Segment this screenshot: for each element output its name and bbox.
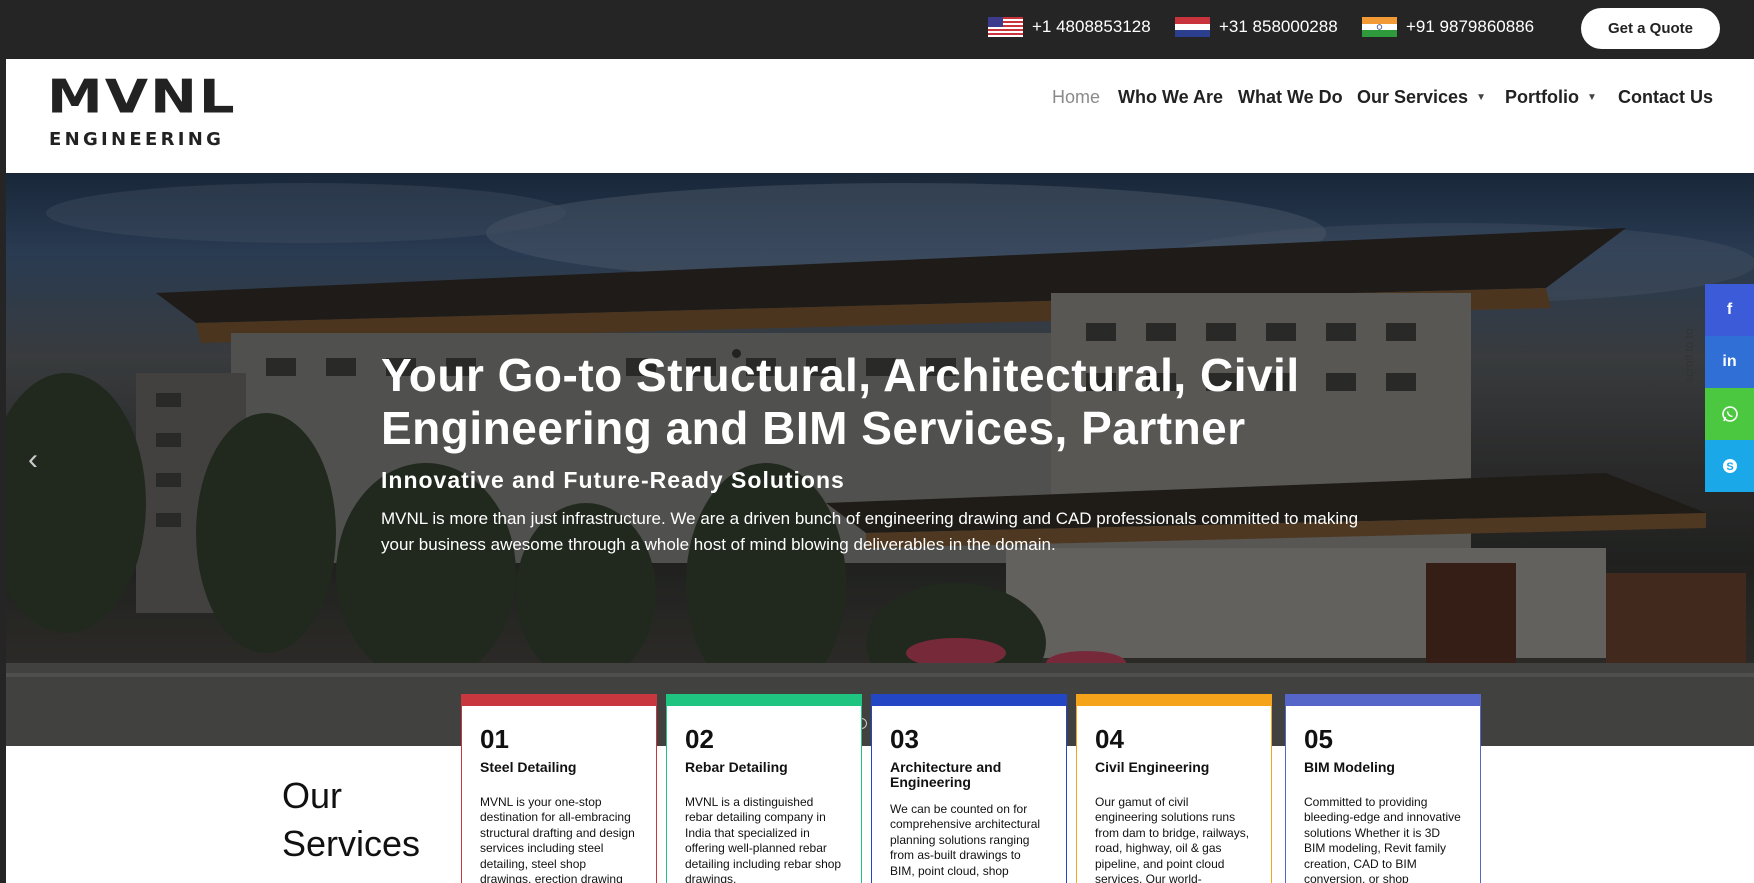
whatsapp-icon [1721, 406, 1738, 422]
card-number: 03 [890, 724, 919, 754]
phone-us[interactable]: +1 4808853128 [988, 17, 1151, 37]
nav-contact-label: Contact Us [1618, 86, 1714, 107]
hero-subtitle: Innovative and Future-Ready Solutions [381, 467, 845, 493]
netherlands-flag-icon [1175, 17, 1210, 37]
nav-home-label: Home [1052, 86, 1101, 107]
nav-home[interactable]: Home [1052, 87, 1100, 108]
card-number: 02 [685, 724, 714, 754]
skype-button[interactable]: S [1705, 440, 1754, 492]
whatsapp-button[interactable] [1705, 388, 1754, 440]
hero-description: MVNL is more than just infrastructure. W… [381, 509, 1359, 554]
service-card-civil-engineering[interactable]: 04 Civil Engineering Our gamut of civil … [1076, 694, 1272, 883]
phone-nl[interactable]: +31 858000288 [1175, 17, 1338, 37]
us-flag-icon [988, 17, 1023, 37]
nav-services-label: Our Services [1357, 86, 1469, 107]
card-number: 04 [1095, 724, 1124, 754]
phone-in[interactable]: +91 9879860886 [1362, 17, 1534, 37]
hero-building-image [6, 173, 1754, 746]
services-heading: Our Services [282, 775, 421, 864]
card-description: We can be counted on for comprehensive a… [890, 802, 1041, 878]
linkedin-button[interactable]: in [1705, 336, 1754, 388]
logo-subtext: ENGINEERING [49, 129, 225, 150]
hero-title: Your Go-to Structural, Architectural, Ci… [381, 349, 1300, 454]
nav-contact-us[interactable]: Contact Us [1618, 87, 1713, 108]
nav-portfolio[interactable]: Portfolio ▼ [1505, 87, 1597, 108]
service-card-rebar-detailing[interactable]: 02 Rebar Detailing MVNL is a distinguish… [666, 694, 862, 883]
card-title: Civil Engineering [1095, 759, 1210, 775]
scroll-to-top[interactable]: scroll to to [1682, 323, 1696, 383]
nav-who-we-are[interactable]: Who We Are [1118, 87, 1223, 108]
nav-what-label: What We Do [1238, 86, 1343, 107]
card-description: Committed to providing bleeding-edge and… [1304, 795, 1461, 883]
get-a-quote-button[interactable]: Get a Quote [1581, 8, 1720, 49]
phone-number-in[interactable]: +91 9879860886 [1406, 17, 1534, 37]
linkedin-icon: in [1722, 353, 1737, 370]
site-header: MVNL ENGINEERING Home Who We Are What We… [6, 59, 1754, 173]
card-title: Architecture and Engineering [890, 759, 1002, 790]
logo-text: MVNL [47, 70, 237, 125]
chevron-down-icon: ▼ [1476, 91, 1486, 103]
card-description: MVNL is your one-stop destination for al… [480, 795, 635, 883]
chevron-left-icon[interactable]: ‹ [28, 443, 38, 477]
card-number: 05 [1304, 724, 1333, 754]
service-card-steel-detailing[interactable]: 01 Steel Detailing MVNL is your one-stop… [461, 694, 657, 883]
card-title: Rebar Detailing [685, 759, 788, 775]
nav-portfolio-label: Portfolio [1505, 86, 1579, 107]
card-description: Our gamut of civil engineering solutions… [1095, 795, 1250, 883]
card-description: MVNL is a distinguished rebar detailing … [685, 795, 842, 883]
card-title: Steel Detailing [480, 759, 577, 775]
facebook-icon: f [1726, 301, 1733, 318]
hero-slider: Your Go-to Structural, Architectural, Ci… [6, 173, 1754, 746]
chevron-down-icon: ▼ [1587, 91, 1597, 103]
nav-who-label: Who We Are [1118, 86, 1224, 107]
phone-number-us[interactable]: +1 4808853128 [1032, 17, 1151, 37]
logo[interactable]: MVNL ENGINEERING [47, 75, 247, 153]
svg-text:S: S [1726, 461, 1733, 473]
facebook-button[interactable]: f [1705, 284, 1754, 336]
phone-number-nl[interactable]: +31 858000288 [1219, 17, 1338, 37]
nav-our-services[interactable]: Our Services ▼ [1357, 87, 1486, 108]
india-flag-icon [1362, 17, 1397, 37]
card-number: 01 [480, 724, 509, 754]
service-card-bim-modeling[interactable]: 05 BIM Modeling Committed to providing b… [1285, 694, 1481, 883]
left-edge [0, 0, 6, 883]
card-title: BIM Modeling [1304, 759, 1395, 775]
service-card-architecture-engineering[interactable]: 03 Architecture and Engineering We can b… [871, 694, 1067, 883]
skype-icon: S [1722, 459, 1737, 473]
top-bar: +1 4808853128 +31 858000288 +91 98798608… [6, 0, 1754, 59]
nav-what-we-do[interactable]: What We Do [1238, 87, 1343, 108]
